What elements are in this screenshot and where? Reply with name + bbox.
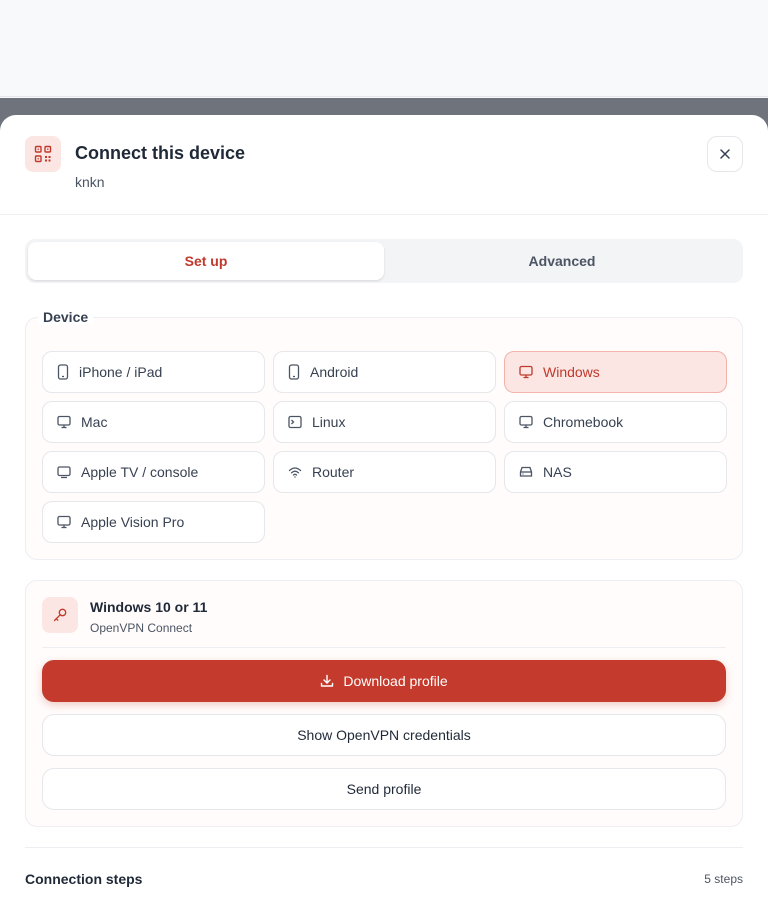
phone-icon — [57, 364, 69, 380]
device-selector: Device iPhone / iPad Android Windows Mac… — [25, 309, 743, 560]
device-option-label: Android — [310, 364, 359, 380]
tab-set-up[interactable]: Set up — [28, 242, 384, 280]
monitor-icon — [57, 415, 71, 429]
connect-device-sheet: Connect this device knkn Set up Advanced… — [0, 115, 768, 915]
profile-card: Windows 10 or 11 OpenVPN Connect Downloa… — [25, 580, 743, 827]
device-option-router[interactable]: Router — [273, 451, 496, 493]
monitor-icon — [519, 365, 533, 379]
device-option-label: iPhone / iPad — [79, 364, 163, 380]
tv-icon — [57, 466, 71, 479]
device-option-label: NAS — [543, 464, 572, 480]
wifi-icon — [288, 467, 302, 478]
steps-count: 5 steps — [704, 872, 743, 886]
device-option-iphone[interactable]: iPhone / iPad — [42, 351, 265, 393]
dialog-title: Connect this device — [75, 143, 246, 163]
profile-client: OpenVPN Connect — [90, 621, 193, 635]
qr-code-icon — [25, 136, 61, 172]
device-option-label: Chromebook — [543, 414, 624, 430]
device-option-label: Apple TV / console — [81, 464, 199, 480]
monitor-icon — [519, 415, 533, 429]
mode-tabs: Set up Advanced — [25, 239, 743, 283]
send-profile-button[interactable]: Send profile — [42, 768, 726, 810]
close-icon — [720, 149, 730, 159]
device-grid: iPhone / iPad Android Windows Mac Linux … — [42, 351, 727, 543]
device-option-label: Windows — [543, 364, 600, 380]
monitor-icon — [57, 515, 71, 529]
device-legend: Device — [38, 309, 94, 325]
device-option-label: Router — [312, 464, 355, 480]
page-background — [0, 0, 768, 97]
device-option-label: Mac — [81, 414, 108, 430]
storage-icon — [519, 466, 533, 477]
download-profile-label: Download profile — [343, 673, 448, 689]
device-option-label: Apple Vision Pro — [81, 514, 185, 530]
device-option-windows[interactable]: Windows — [504, 351, 727, 393]
profile-title: Windows 10 or 11 — [90, 599, 208, 615]
show-credentials-button[interactable]: Show OpenVPN credentials — [42, 714, 726, 756]
key-icon — [42, 597, 78, 633]
tab-advanced[interactable]: Advanced — [384, 242, 740, 280]
device-option-linux[interactable]: Linux — [273, 401, 496, 443]
device-option-apple-vision-pro[interactable]: Apple Vision Pro — [42, 501, 265, 543]
device-option-label: Linux — [312, 414, 346, 430]
phone-icon — [288, 364, 300, 380]
send-profile-label: Send profile — [346, 781, 422, 797]
show-credentials-label: Show OpenVPN credentials — [297, 727, 471, 743]
device-name: knkn — [75, 174, 105, 190]
connection-steps-title: Connection steps — [25, 871, 143, 887]
device-option-chromebook[interactable]: Chromebook — [504, 401, 727, 443]
steps-divider — [25, 847, 743, 848]
sheet-header: Connect this device knkn — [0, 115, 768, 215]
device-option-android[interactable]: Android — [273, 351, 496, 393]
device-option-mac[interactable]: Mac — [42, 401, 265, 443]
close-button[interactable] — [707, 136, 743, 172]
download-profile-button[interactable]: Download profile — [42, 660, 726, 702]
download-icon — [321, 674, 334, 687]
terminal-icon — [288, 415, 302, 429]
device-option-apple-tv[interactable]: Apple TV / console — [42, 451, 265, 493]
profile-divider — [42, 647, 726, 648]
device-option-nas[interactable]: NAS — [504, 451, 727, 493]
